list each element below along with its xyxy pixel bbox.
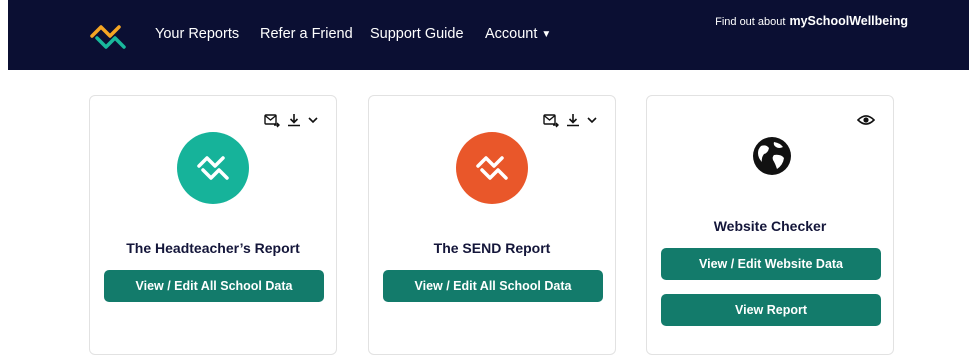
- nav-account-label: Account: [485, 26, 538, 42]
- report-badge-icon: [456, 132, 528, 204]
- chevron-down-icon[interactable]: [587, 112, 597, 128]
- nav-support-guide[interactable]: Support Guide: [370, 26, 464, 42]
- view-edit-school-data-button[interactable]: View / Edit All School Data: [383, 270, 603, 302]
- logo-icon[interactable]: [88, 18, 128, 56]
- find-out-text: Find out about: [715, 16, 786, 28]
- nav-account[interactable]: Account ▼: [485, 26, 551, 42]
- chevron-down-icon: ▼: [541, 29, 552, 40]
- download-icon[interactable]: [286, 112, 302, 128]
- zigzag-icon: [476, 156, 508, 180]
- zigzag-icon: [197, 156, 229, 180]
- card-title: Website Checker: [713, 218, 827, 234]
- view-edit-school-data-button[interactable]: View / Edit All School Data: [104, 270, 324, 302]
- globe-icon: [753, 137, 791, 175]
- mail-forward-icon[interactable]: [543, 112, 559, 128]
- download-icon[interactable]: [565, 112, 581, 128]
- nav-your-reports[interactable]: Your Reports: [155, 26, 239, 42]
- card-title: The SEND Report: [433, 240, 551, 256]
- report-badge-icon: [177, 132, 249, 204]
- website-checker-card: Website Checker View / Edit Website Data…: [646, 95, 894, 355]
- view-edit-website-data-button[interactable]: View / Edit Website Data: [661, 248, 881, 280]
- card-title: The Headteacher’s Report: [126, 240, 300, 256]
- report-card-send: The SEND Report View / Edit All School D…: [368, 95, 616, 355]
- nav-refer-a-friend[interactable]: Refer a Friend: [260, 26, 353, 42]
- find-out-link[interactable]: Find out about mySchoolWellbeing: [715, 14, 908, 28]
- view-report-button[interactable]: View Report: [661, 294, 881, 326]
- report-card-headteacher: The Headteacher’s Report View / Edit All…: [89, 95, 337, 355]
- top-navbar: Your Reports Refer a Friend Support Guid…: [8, 0, 969, 70]
- chevron-down-icon[interactable]: [308, 112, 318, 128]
- brand-name: mySchoolWellbeing: [789, 14, 908, 28]
- mail-forward-icon[interactable]: [264, 112, 280, 128]
- eye-icon[interactable]: [857, 112, 875, 128]
